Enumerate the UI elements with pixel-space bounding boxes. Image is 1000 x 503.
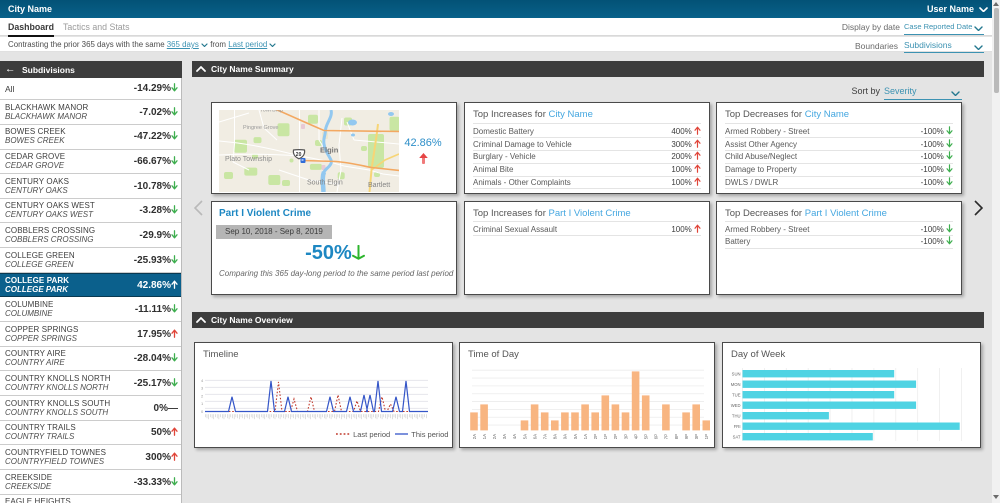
svg-text:Pingree Grove: Pingree Grove	[243, 125, 278, 131]
svg-text:5P: 5P	[644, 434, 649, 439]
svg-text:MON: MON	[731, 382, 741, 387]
svg-text:6P: 6P	[654, 434, 659, 439]
svg-text:2P: 2P	[613, 434, 618, 439]
svg-text:TUE: TUE	[732, 393, 741, 398]
svg-text:6A: 6A	[532, 434, 537, 439]
svg-text:7P: 7P	[664, 434, 669, 439]
svg-text:12A: 12A	[472, 434, 477, 439]
svg-text:2: 2	[201, 393, 204, 398]
svg-text:SAT: SAT	[733, 435, 741, 440]
svg-text:20: 20	[295, 152, 301, 158]
svg-text:8P: 8P	[674, 434, 679, 439]
svg-text:10P: 10P	[694, 434, 699, 439]
svg-text:SUN: SUN	[732, 372, 741, 377]
svg-text:12P: 12P	[593, 434, 598, 439]
svg-text:11P: 11P	[704, 434, 709, 439]
svg-text:0: 0	[201, 409, 204, 414]
svg-text:9A: 9A	[563, 434, 568, 439]
svg-text:10A: 10A	[573, 434, 578, 439]
svg-text:Township: Township	[260, 110, 283, 114]
svg-text:1: 1	[201, 401, 204, 406]
svg-text:7A: 7A	[543, 434, 548, 439]
svg-text:11A: 11A	[583, 434, 588, 439]
svg-text:3: 3	[201, 386, 204, 391]
svg-text:4P: 4P	[633, 434, 638, 439]
svg-text:4A: 4A	[512, 434, 517, 439]
svg-text:FRI: FRI	[734, 424, 741, 429]
svg-text:2A: 2A	[492, 434, 497, 439]
svg-text:3A: 3A	[502, 434, 507, 439]
svg-text:1P: 1P	[603, 434, 608, 439]
svg-text:4: 4	[201, 378, 204, 383]
svg-text:9P: 9P	[684, 434, 689, 439]
svg-text:South Elgin: South Elgin	[307, 179, 343, 186]
svg-text:THU: THU	[732, 414, 741, 419]
svg-text:Bartlett: Bartlett	[368, 182, 390, 189]
svg-text:5A: 5A	[522, 434, 527, 439]
svg-text:3P: 3P	[623, 434, 628, 439]
svg-text:Elgin: Elgin	[320, 145, 339, 154]
svg-text:Plato Township: Plato Township	[225, 156, 272, 163]
svg-text:1A: 1A	[482, 434, 487, 439]
svg-text:8A: 8A	[553, 434, 558, 439]
svg-text:WED: WED	[731, 403, 741, 408]
